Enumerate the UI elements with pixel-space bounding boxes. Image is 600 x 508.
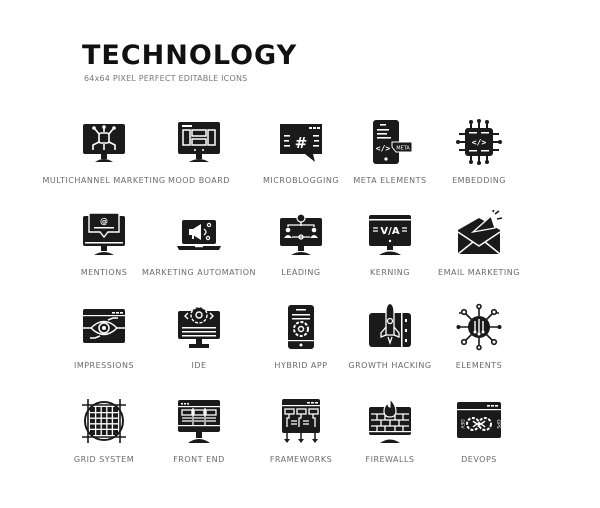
svg-text:#: # (295, 134, 308, 152)
icon-label: ELEMENTS (455, 361, 503, 370)
icon-label: EMBEDDING (452, 176, 506, 185)
tablet-meta-code-icon: </> META (366, 118, 414, 166)
laptop-megaphone-icon (175, 210, 223, 258)
browser-eye-icon (80, 303, 128, 351)
monitor-frontend-icon (175, 397, 223, 445)
monitor-at-sign-icon: @ (80, 210, 128, 258)
monitor-kerning-icon: V/A (366, 210, 414, 258)
svg-text:META: META (396, 146, 410, 152)
monitor-network-icon (80, 118, 128, 166)
envelope-megaphone-icon (455, 210, 503, 258)
svg-text:OPS: OPS (495, 419, 501, 428)
circle-grid-icon (80, 397, 128, 445)
monitor-firewall-icon (366, 397, 414, 445)
page-title: TECHNOLOGY (82, 40, 298, 71)
icon-tile: EMAIL MARKETING (419, 210, 539, 290)
svg-text:</>: </> (472, 138, 487, 147)
browser-flowchart-icon (277, 397, 325, 445)
page-subtitle: 64x64 PIXEL PERFECT EDITABLE ICONS (84, 74, 248, 83)
icon-label: DEVOPS (461, 455, 497, 464)
monitor-gear-code-icon (175, 303, 223, 351)
icon-label: EMAIL MARKETING (438, 268, 520, 277)
icon-tile: </> EMBEDDING (419, 118, 539, 198)
atom-network-icon (455, 303, 503, 351)
svg-text:</>: </> (376, 144, 391, 153)
chat-hashtag-icon: # (277, 118, 325, 166)
svg-text:DEV: DEV (459, 419, 465, 429)
icon-tile: DEV OPS DEVOPS (419, 397, 539, 477)
browser-devops-icon: DEV OPS (455, 397, 503, 445)
svg-text:@: @ (100, 217, 108, 226)
phone-gear-icon (277, 303, 325, 351)
svg-text:V/A: V/A (380, 226, 399, 237)
rocket-panel-icon (366, 303, 414, 351)
monitor-layout-icon (175, 118, 223, 166)
monitor-hierarchy-icon (277, 210, 325, 258)
chip-code-icon: </> (455, 118, 503, 166)
icon-tile: ELEMENTS (419, 303, 539, 383)
